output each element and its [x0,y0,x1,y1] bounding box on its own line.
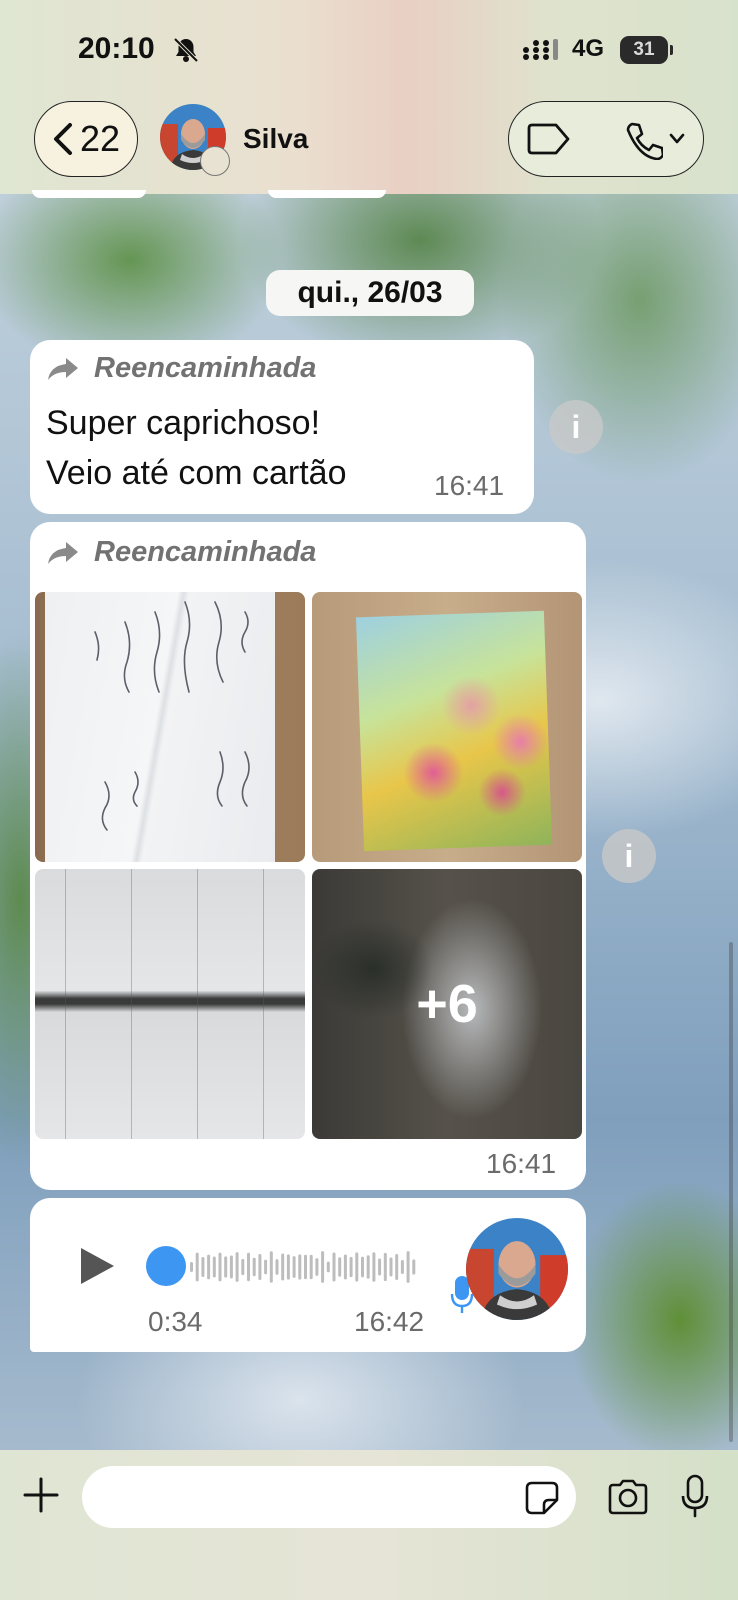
waveform-bar [298,1254,302,1280]
roses-painting [355,610,553,852]
forward-arrow-icon [48,541,78,564]
waveform-bar [275,1259,279,1275]
waveform-bar [309,1254,313,1280]
forward-arrow-icon [48,357,78,380]
waveform-bar [195,1252,199,1282]
chat-header: 20:10 4G 31 22 Silva [0,0,738,194]
header-actions [508,101,704,177]
contact-name[interactable]: Silva [243,123,308,155]
waveform-bar [201,1256,205,1278]
composer-bar [0,1450,738,1600]
waveform-bar [252,1257,256,1277]
waveform-bar [332,1252,336,1282]
waveform-bar [321,1251,325,1283]
message-time: 16:41 [434,470,505,501]
previous-message-edge [268,190,386,198]
waveform-bar [304,1254,307,1280]
waveform-bar [412,1259,416,1275]
forwarded-indicator: Reencaminhada [46,536,316,569]
play-icon[interactable] [78,1246,116,1286]
album-photo-handwritten-card[interactable] [35,592,305,862]
forwarded-indicator: Reencaminhada [46,352,316,385]
scrollbar[interactable] [729,942,733,1442]
previous-message-edge [32,190,146,198]
album-photo-more[interactable]: +6 [312,869,582,1139]
signal-icon [523,39,558,60]
waveform-bar [264,1259,268,1275]
camera-icon[interactable] [606,1478,650,1516]
waveform-bar [218,1252,222,1282]
waveform-bar [406,1251,410,1283]
unread-count: 22 [79,118,121,159]
forwarded-label: Reencaminhada [94,352,317,384]
waveform-bar [224,1256,228,1278]
message-line: Veio até com cartão [46,454,347,492]
message-bubble-album[interactable]: Reencaminhada +6 16:41 [30,522,586,1190]
waveform-bar [315,1258,319,1276]
waveform-bar [190,1262,193,1272]
message-input[interactable] [82,1466,576,1528]
forwarded-label: Reencaminhada [94,536,317,568]
chevron-left-icon [53,123,72,155]
network-type: 4G [572,35,605,62]
album-photo-diary[interactable] [35,869,305,1139]
message-time: 16:42 [354,1306,425,1337]
waveform-bar [372,1252,376,1282]
status-time: 20:10 [78,32,155,65]
phone-icon[interactable] [623,120,663,160]
back-button[interactable]: 22 [34,101,138,177]
waveform-bar [343,1254,347,1280]
playback-knob[interactable] [146,1246,186,1286]
microphone-icon[interactable] [680,1474,710,1518]
message-time: 16:41 [486,1148,557,1179]
waveform-bar [355,1252,359,1282]
waveform-bar [258,1254,262,1280]
waveform-bar [326,1261,330,1273]
voice-duration: 0:34 [148,1306,203,1337]
sender-avatar [466,1218,568,1320]
avatar-photo [466,1218,568,1320]
waveform-bar [349,1256,353,1278]
waveform-bar [269,1251,273,1283]
info-icon[interactable]: i [602,829,656,883]
waveform-bar [366,1255,370,1279]
waveform-bar [383,1252,387,1282]
message-text: Super caprichoso! Veio até com cartão [46,398,347,498]
battery-indicator: 31 [620,36,673,64]
waveform-bar [389,1257,393,1277]
waveform-bar [281,1253,285,1281]
diary-grid [35,869,305,1139]
waveform-bar [286,1254,290,1280]
date-separator: qui., 26/03 [266,270,474,316]
waveform-bar [378,1258,382,1276]
card-paper [45,592,275,862]
waveform-bar [212,1256,216,1278]
handwriting-sketch [94,601,250,831]
waveform-bar [361,1256,364,1278]
waveform-bar [241,1258,245,1276]
bell-muted-icon [173,37,199,63]
message-bubble-text[interactable]: Reencaminhada Super caprichoso! Veio até… [30,340,534,514]
waveform-bar [400,1259,404,1275]
info-icon[interactable]: i [549,400,603,454]
waveform-bar [235,1252,239,1282]
message-line: Super caprichoso! [46,404,321,442]
waveform-bar [395,1254,399,1280]
waveform-bar [338,1257,342,1277]
waveform-bar [207,1254,211,1280]
waveform-bar [292,1256,296,1278]
plus-icon[interactable] [22,1476,60,1514]
waveform-bar [247,1252,250,1282]
message-bubble-voice[interactable]: 0:34 16:42 [30,1198,586,1352]
album-photo-roses-card[interactable] [312,592,582,862]
label-tag-icon[interactable] [525,122,571,156]
status-ring-icon [200,146,230,176]
more-photos-count: +6 [416,974,478,1034]
audio-waveform[interactable] [186,1248,422,1286]
chevron-down-icon[interactable] [669,132,685,146]
waveform-bar [229,1255,233,1279]
sticker-icon[interactable] [524,1480,560,1516]
